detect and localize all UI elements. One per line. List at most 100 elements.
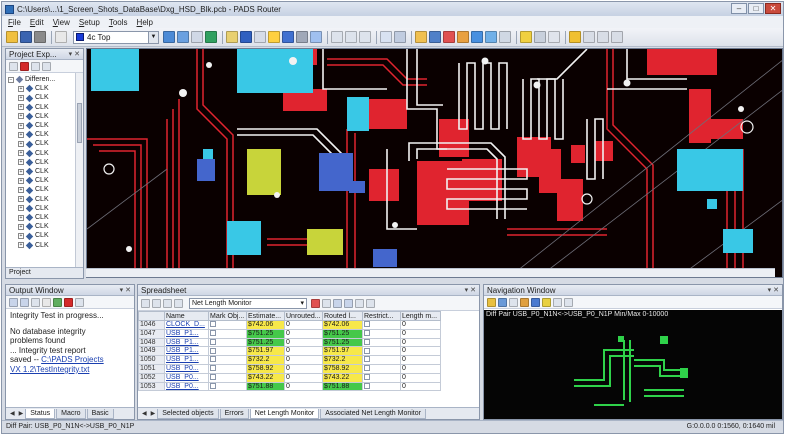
expand-icon[interactable]: + — [18, 159, 24, 166]
expand-icon[interactable]: + — [18, 223, 24, 230]
tree-item[interactable]: + CLK — [8, 139, 83, 148]
report-path-link[interactable]: C:\PADS Projects — [41, 355, 104, 364]
drc-icon[interactable] — [282, 31, 294, 43]
project-tab[interactable]: Project — [6, 267, 83, 278]
open-icon[interactable] — [6, 31, 18, 43]
tree-item[interactable]: + CLK — [8, 231, 83, 240]
rotate-icon[interactable] — [359, 31, 371, 43]
snap-icon[interactable] — [611, 31, 623, 43]
column-header[interactable]: Routed l... — [322, 311, 363, 321]
tree-item[interactable]: + CLK — [8, 241, 83, 250]
tab-associated-net-length-monitor[interactable]: Associated Net Length Monitor — [320, 409, 426, 419]
minimize-button[interactable]: – — [731, 3, 747, 14]
table-row[interactable]: 1047 USB_P1... $751.25 0 $751.25 0 — [138, 328, 441, 339]
forward-icon[interactable] — [344, 298, 353, 308]
copy-icon[interactable] — [31, 61, 40, 71]
tree-item[interactable]: + CLK — [8, 158, 83, 167]
via-icon[interactable] — [191, 31, 203, 43]
print-icon[interactable] — [34, 31, 46, 43]
mark-object-checkbox[interactable] — [208, 328, 247, 339]
expand-icon[interactable]: + — [18, 122, 24, 129]
tree-item[interactable]: + CLK — [8, 176, 83, 185]
save-icon[interactable] — [20, 31, 32, 43]
tab-scroll-right-icon[interactable]: ▶ — [149, 409, 158, 419]
zoom-icon[interactable] — [380, 31, 392, 43]
navigation-view[interactable]: Diff Pair USB_P0_N1N<->USB_P0_N1P Min/Ma… — [484, 310, 782, 419]
select-icon[interactable] — [55, 31, 67, 43]
expand-icon[interactable]: + — [18, 168, 24, 175]
chevron-down-icon[interactable]: ▼ — [148, 31, 158, 43]
expand-icon[interactable]: + — [18, 177, 24, 184]
menu-help[interactable]: Help — [137, 18, 153, 27]
tree-item[interactable]: + CLK — [8, 103, 83, 112]
tab-scroll-left-icon[interactable]: ◀ — [140, 409, 149, 419]
expand-icon[interactable]: + — [18, 131, 24, 138]
tree-item[interactable]: + CLK — [8, 204, 83, 213]
net-name[interactable]: USB_P1... — [164, 355, 209, 365]
find-icon[interactable] — [42, 297, 51, 307]
delete-icon[interactable] — [311, 298, 320, 308]
filter-icon[interactable] — [174, 298, 183, 308]
report-file-link[interactable]: VX 1.2\TestIntegrity.txt — [10, 365, 89, 374]
move-icon[interactable] — [583, 31, 595, 43]
undo-icon[interactable] — [331, 31, 343, 43]
tree-item[interactable]: + CLK — [8, 213, 83, 222]
tree-root[interactable]: − Differen... — [8, 75, 83, 84]
net-name[interactable]: USB_P1... — [164, 346, 209, 357]
nav-refresh-icon[interactable] — [553, 297, 562, 307]
restrict-checkbox[interactable] — [362, 337, 401, 348]
column-header[interactable]: Name — [164, 311, 209, 321]
net-name[interactable]: USB_P0... — [164, 372, 209, 383]
tab-net-length-monitor[interactable]: Net Length Monitor — [249, 409, 320, 419]
layers-icon[interactable] — [296, 31, 308, 43]
nudge-icon[interactable] — [534, 31, 546, 43]
table-row[interactable]: 1051 USB_P0... $758.92 0 $758.92 0 — [138, 363, 441, 374]
paste-icon[interactable] — [42, 61, 51, 71]
scroll-thumb[interactable] — [77, 103, 82, 143]
expand-icon[interactable]: + — [18, 187, 24, 194]
table-row[interactable]: 1053 USB_P0... $751.88 0 $751.88 0 — [138, 381, 441, 392]
tab-scroll-right-icon[interactable]: ▶ — [17, 409, 26, 419]
table-row[interactable]: 1046 CLOCK_D... $742.06 0 $742.06 0 — [138, 320, 441, 330]
mark-object-checkbox[interactable] — [208, 320, 247, 330]
close-button[interactable]: ✕ — [765, 3, 781, 14]
column-header[interactable] — [138, 311, 165, 321]
mark-object-checkbox[interactable] — [208, 337, 247, 348]
clear-icon[interactable] — [443, 31, 455, 43]
expand-icon[interactable]: + — [18, 85, 24, 92]
tab-scroll-left-icon[interactable]: ◀ — [8, 409, 17, 419]
tab-macro[interactable]: Macro — [56, 409, 86, 419]
refresh-icon[interactable] — [205, 31, 217, 43]
canvas-hscrollbar[interactable] — [86, 268, 775, 277]
nav-highlight-icon[interactable] — [520, 297, 529, 307]
menu-setup[interactable]: Setup — [79, 18, 100, 27]
nav-options-icon[interactable] — [564, 297, 573, 307]
grid-icon[interactable] — [471, 31, 483, 43]
net-name[interactable]: USB_P0... — [164, 363, 209, 374]
nav-select-icon[interactable] — [542, 297, 551, 307]
net-name[interactable]: USB_P0... — [164, 381, 209, 392]
restrict-checkbox[interactable] — [362, 363, 401, 374]
table-row[interactable]: 1052 USB_P0... $743.22 0 $743.22 0 — [138, 372, 441, 383]
filter-icon[interactable] — [31, 297, 40, 307]
table-row[interactable]: 1049 USB_P1... $751.97 0 $751.97 0 — [138, 346, 441, 357]
monitor-select[interactable]: Net Length Monitor — [189, 297, 307, 309]
column-header[interactable]: Mark Obj... — [208, 311, 247, 321]
lock-icon[interactable] — [548, 31, 560, 43]
back-icon[interactable] — [333, 298, 342, 308]
expand-icon[interactable]: + — [18, 233, 24, 240]
restrict-checkbox[interactable] — [362, 320, 401, 330]
column-header[interactable]: Unrouted... — [284, 311, 323, 321]
paste-icon[interactable] — [163, 298, 172, 308]
column-header[interactable]: Estimate... — [246, 311, 285, 321]
table-row[interactable]: 1048 USB_P1... $751.25 0 $751.25 0 — [138, 337, 441, 348]
menu-file[interactable]: File — [8, 18, 21, 27]
expand-icon[interactable]: + — [18, 95, 24, 101]
report-icon[interactable] — [457, 31, 469, 43]
expand-icon[interactable]: + — [18, 141, 24, 148]
menu-tools[interactable]: Tools — [109, 18, 128, 27]
diff-pair-icon[interactable] — [240, 31, 252, 43]
rows-icon[interactable] — [366, 298, 375, 308]
clear-icon[interactable] — [64, 297, 73, 307]
columns-icon[interactable] — [355, 298, 364, 308]
